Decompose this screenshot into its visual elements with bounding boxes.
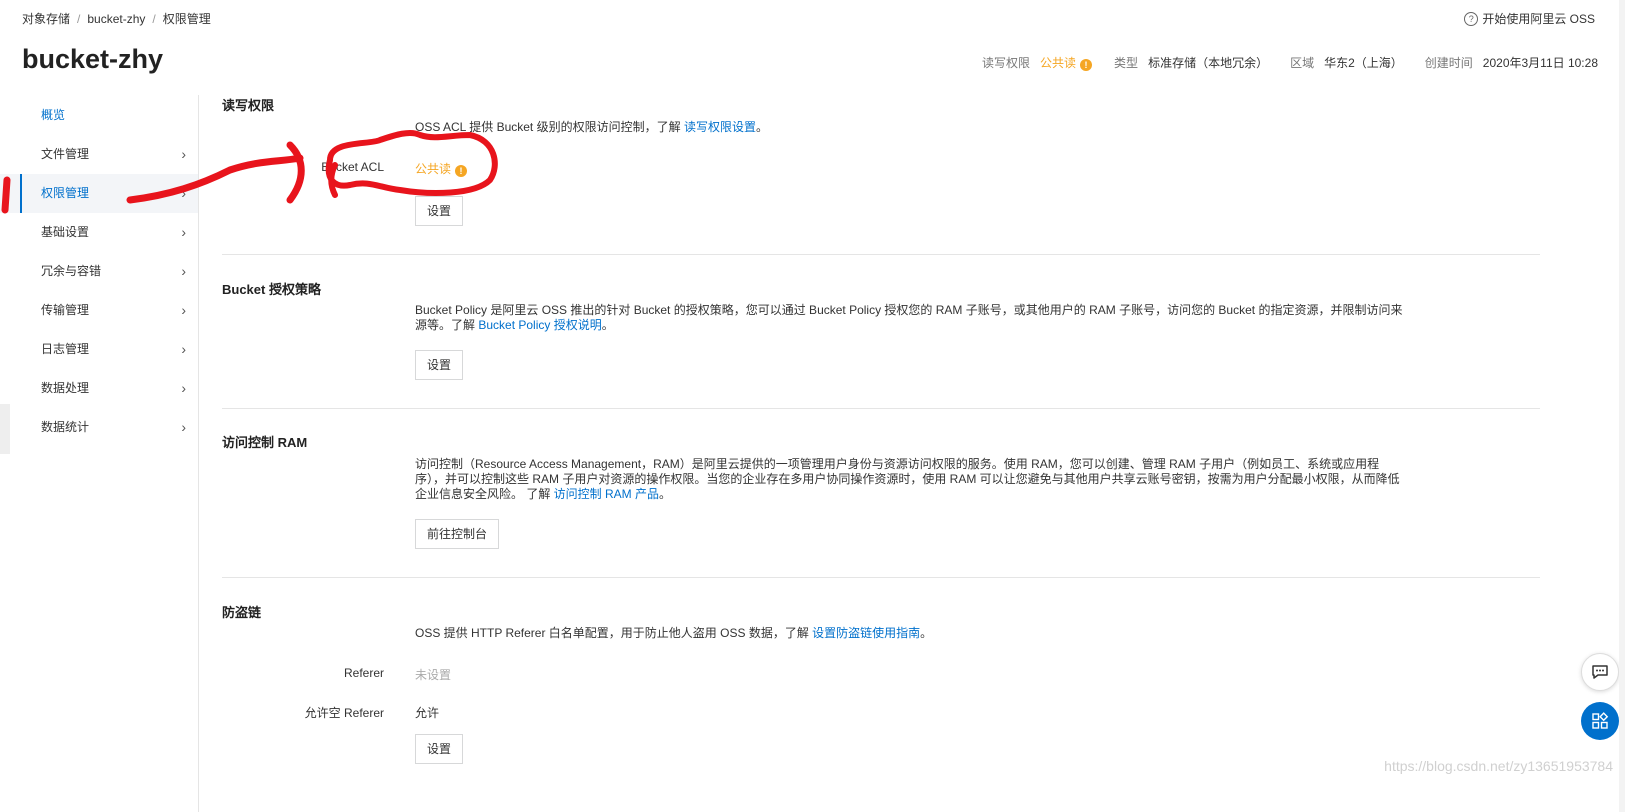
breadcrumb-separator: /: [77, 12, 81, 26]
bucket-acl-label-text: Bucket ACL: [321, 160, 384, 174]
page-title: bucket-zhy: [22, 44, 164, 74]
sidebar-item-overview[interactable]: 概览: [0, 95, 198, 135]
divider: [222, 254, 1540, 255]
divider: [222, 408, 1540, 409]
breadcrumb: 对象存储 / bucket-zhy / 权限管理: [22, 10, 211, 27]
empty-referer-value: 允许: [415, 706, 440, 720]
ram-section-title: 访问控制 RAM: [222, 435, 308, 450]
sidebar-item-label: 权限管理: [41, 186, 90, 200]
sidebar-item-logs[interactable]: 日志管理 ›: [0, 330, 198, 369]
sidebar-item-label: 数据处理: [41, 381, 90, 395]
sidebar-item-label: 概览: [41, 108, 66, 122]
sidebar-item-permissions[interactable]: 权限管理 ›: [0, 174, 198, 213]
sidebar-item-statistics[interactable]: 数据统计 ›: [0, 408, 198, 447]
referer-description: OSS 提供 HTTP Referer 白名单配置，用于防止他人盗用 OSS 数…: [415, 626, 1405, 641]
referer-section-title: 防盗链: [222, 605, 262, 620]
scrollbar[interactable]: [1619, 0, 1625, 812]
referer-value: 未设置: [415, 668, 452, 682]
referer-desc-end: 。: [920, 626, 933, 640]
policy-description: Bucket Policy 是阿里云 OSS 推出的针对 Bucket 的授权策…: [415, 303, 1405, 333]
watermark: https://blog.csdn.net/zy13651953784: [1384, 758, 1613, 774]
sidebar-item-label: 基础设置: [41, 225, 90, 239]
acl-help-link[interactable]: 读写权限设置: [684, 120, 756, 134]
sidebar-collapse-handle[interactable]: [0, 404, 10, 454]
sidebar-item-data-processing[interactable]: 数据处理 ›: [0, 369, 198, 408]
ram-console-button[interactable]: 前往控制台: [415, 519, 500, 549]
ram-help-link[interactable]: 访问控制 RAM 产品: [554, 487, 659, 501]
sidebar: 概览 文件管理 › 权限管理 › 基础设置 › 冗余与容错 › 传输管理 › 日志管理 › …: [0, 95, 199, 812]
chat-icon: [1592, 665, 1608, 679]
sidebar-item-label: 数据统计: [41, 420, 90, 434]
exclamation-circle-icon[interactable]: !: [455, 165, 468, 177]
policy-help-link[interactable]: Bucket Policy 授权说明: [478, 318, 601, 332]
breadcrumb-item-bucket[interactable]: bucket-zhy: [87, 12, 145, 26]
acl-desc-text: OSS ACL 提供 Bucket 级别的权限访问控制，了解: [415, 120, 684, 134]
referer-desc-text: OSS 提供 HTTP Referer 白名单配置，用于防止他人盗用 OSS 数…: [415, 626, 813, 640]
policy-section-title: Bucket 授权策略: [222, 282, 321, 297]
main-content: 读写权限 OSS ACL 提供 Bucket 级别的权限访问控制，了解 读写权限…: [222, 0, 1542, 812]
breadcrumb-separator: /: [152, 12, 156, 26]
acl-desc-end: 。: [755, 120, 768, 134]
bucket-acl-value: 公共读!: [415, 160, 468, 177]
ram-desc-end: 。: [659, 487, 672, 501]
ram-description: 访问控制（Resource Access Management，RAM）是阿里云…: [415, 457, 1405, 502]
referer-label: Referer: [343, 666, 384, 680]
chevron-right-icon: ›: [181, 341, 186, 357]
sidebar-item-basic-settings[interactable]: 基础设置 ›: [0, 213, 198, 252]
sidebar-item-redundancy[interactable]: 冗余与容错 ›: [0, 252, 198, 291]
referer-help-link[interactable]: 设置防盗链使用指南: [812, 626, 920, 640]
breadcrumb-item-current: 权限管理: [162, 12, 211, 26]
acl-description: OSS ACL 提供 Bucket 级别的权限访问控制，了解 读写权限设置。: [415, 120, 1405, 135]
breadcrumb-item-oss[interactable]: 对象存储: [22, 12, 70, 26]
chevron-right-icon: ›: [181, 419, 186, 435]
sidebar-item-files[interactable]: 文件管理 ›: [0, 135, 198, 174]
policy-settings-button[interactable]: 设置: [415, 350, 464, 380]
referer-settings-button[interactable]: 设置: [415, 734, 464, 764]
sidebar-item-transfer[interactable]: 传输管理 ›: [0, 291, 198, 330]
policy-desc-end: 。: [601, 318, 614, 332]
sidebar-item-label: 文件管理: [41, 147, 90, 161]
divider: [222, 577, 1540, 578]
sidebar-item-label: 日志管理: [41, 342, 90, 356]
chevron-right-icon: ›: [181, 185, 186, 201]
apps-button[interactable]: [1581, 702, 1619, 740]
acl-settings-button[interactable]: 设置: [415, 196, 464, 226]
chevron-right-icon: ›: [181, 302, 186, 318]
acl-section-title: 读写权限: [222, 98, 275, 113]
bucket-acl-value-text: 公共读: [415, 162, 452, 176]
chat-button[interactable]: [1581, 653, 1619, 691]
bucket-acl-label: Bucket ACL: [222, 160, 384, 174]
sidebar-item-label: 传输管理: [41, 303, 90, 317]
empty-referer-label: 允许空 Referer: [304, 706, 384, 720]
chevron-right-icon: ›: [181, 224, 186, 240]
sidebar-item-label: 冗余与容错: [41, 264, 102, 278]
apps-icon: [1592, 712, 1609, 729]
chevron-right-icon: ›: [181, 146, 186, 162]
chevron-right-icon: ›: [181, 263, 186, 279]
chevron-right-icon: ›: [181, 380, 186, 396]
